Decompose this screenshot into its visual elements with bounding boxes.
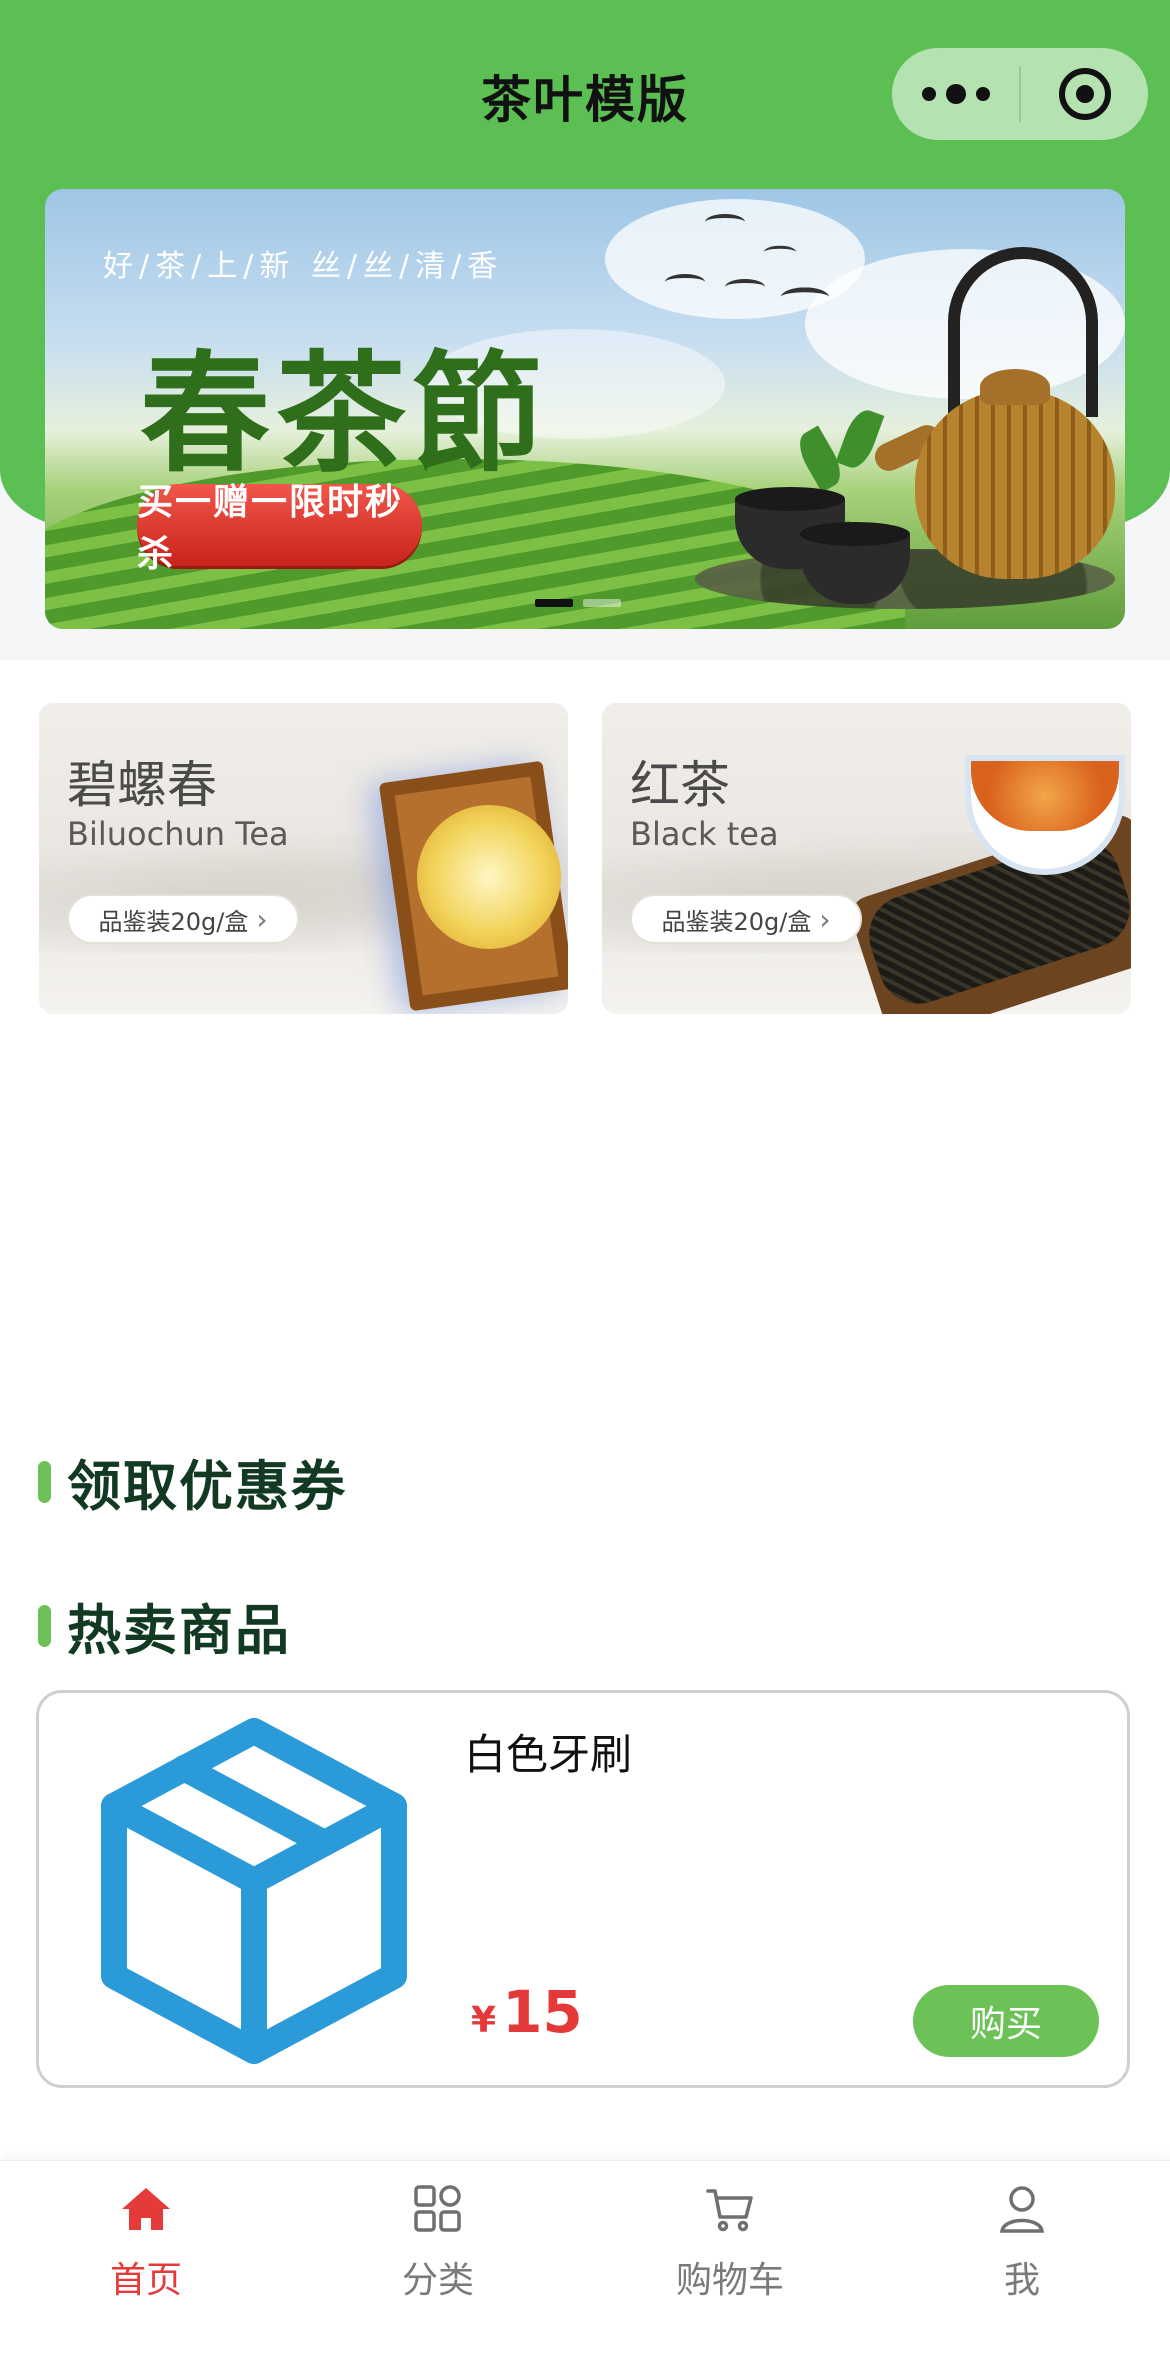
tab-label: 购物车 [675, 2260, 784, 2301]
category-pill-button[interactable]: 品鉴装20g/盒 › [630, 894, 862, 944]
mini-program-capsule [892, 48, 1148, 140]
promo-banner[interactable]: 好/茶/上/新 丝/丝/清/香 春茶節 买一赠一限时秒杀 [45, 189, 1125, 629]
buy-button[interactable]: 购买 [913, 1985, 1099, 2057]
more-dots-icon[interactable] [892, 48, 1019, 140]
category-card-biluochun[interactable]: 碧螺春 Biluochun Tea 品鉴装20g/盒 › [39, 703, 568, 1014]
tab-cart[interactable]: 购物车 [584, 2181, 876, 2311]
bird-icon [705, 214, 745, 230]
bird-icon [665, 274, 705, 290]
banner-cta-button[interactable]: 买一赠一限时秒杀 [137, 482, 422, 575]
section-heading-coupons: 领取优惠券 [38, 1442, 347, 1521]
category-pill-label: 品鉴装20g/盒 [661, 907, 812, 936]
tab-label: 分类 [401, 2260, 474, 2301]
tab-label: 我 [1003, 2260, 1040, 2301]
carousel-indicators [535, 599, 621, 607]
product-name: 白色牙刷 [464, 1730, 633, 1779]
carousel-indicator[interactable] [583, 599, 621, 607]
bird-icon [781, 287, 829, 306]
tab-me[interactable]: 我 [876, 2181, 1168, 2311]
target-close-icon[interactable] [1021, 48, 1148, 140]
section-accent-bar [38, 1604, 51, 1647]
category-card-black-tea[interactable]: 红茶 Black tea 品鉴装20g/盒 › [602, 703, 1131, 1014]
tab-category[interactable]: 分类 [292, 2181, 584, 2311]
chevron-right-icon: › [819, 902, 831, 936]
box-icon [79, 1711, 429, 2071]
section-title: 热卖商品 [67, 1599, 291, 1662]
section-title: 领取优惠券 [67, 1455, 347, 1518]
banner-title: 春茶節 [140, 337, 549, 490]
user-icon [994, 2181, 1050, 2237]
product-card[interactable]: 白色牙刷 ¥ 15 购买 [36, 1690, 1130, 2088]
currency-symbol: ¥ [471, 2000, 497, 2041]
tab-home[interactable]: 首页 [0, 2181, 292, 2311]
bird-icon [725, 279, 765, 295]
category-pill-label: 品鉴装20g/盒 [98, 907, 249, 936]
carousel-indicator-active[interactable] [535, 599, 573, 607]
product-price: ¥ 15 [471, 1978, 583, 2046]
bird-icon [764, 245, 796, 259]
chevron-right-icon: › [256, 902, 268, 936]
grid-icon [410, 2181, 466, 2237]
category-title: 碧螺春 [67, 756, 217, 814]
cart-icon [702, 2181, 758, 2237]
category-pill-button[interactable]: 品鉴装20g/盒 › [67, 894, 299, 944]
category-title: 红茶 [630, 756, 730, 814]
tea-bowl-image [417, 805, 561, 949]
tab-label: 首页 [109, 2260, 182, 2301]
home-icon [118, 2181, 174, 2237]
category-subtitle: Biluochun Tea [67, 815, 289, 853]
section-heading-hot: 热卖商品 [38, 1586, 291, 1665]
bottom-tab-bar: 首页 分类 购物车 我 [0, 2160, 1170, 2356]
price-value: 15 [502, 1978, 583, 2046]
category-subtitle: Black tea [630, 815, 779, 853]
banner-tagline: 好/茶/上/新 丝/丝/清/香 [103, 249, 504, 284]
section-accent-bar [38, 1460, 51, 1503]
